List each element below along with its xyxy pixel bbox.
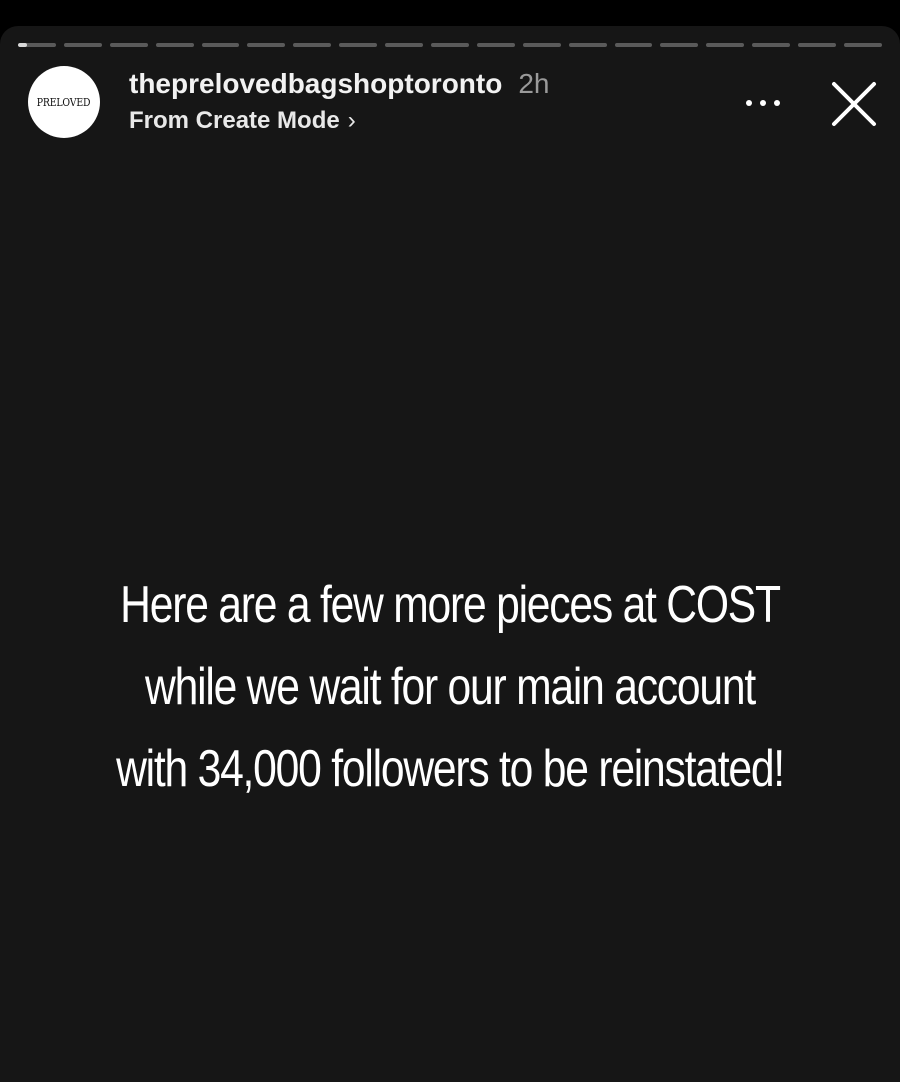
story-viewer[interactable]: PRELOVED theprelovedbagshoptoronto 2h Fro… (0, 26, 900, 1082)
create-mode-link[interactable]: From Create Mode › (129, 107, 356, 135)
story-header: PRELOVED theprelovedbagshoptoronto 2h Fro… (28, 66, 900, 146)
avatar[interactable]: PRELOVED (28, 66, 100, 138)
progress-segment (339, 43, 378, 47)
chevron-right-icon: › (347, 107, 356, 134)
close-icon (832, 82, 876, 126)
username[interactable]: theprelovedbagshoptoronto (129, 68, 502, 99)
avatar-logo: PRELOVED (37, 95, 91, 109)
progress-segment (798, 43, 837, 47)
progress-segment (18, 43, 56, 47)
progress-segment (568, 43, 607, 47)
progress-segment (752, 43, 791, 47)
more-options-button[interactable] (740, 86, 786, 120)
more-horizontal-icon (746, 100, 752, 106)
progress-segment (109, 43, 148, 47)
progress-segment (706, 43, 745, 47)
create-mode-label: From Create Mode (129, 107, 340, 134)
progress-segment (247, 43, 286, 47)
progress-segment-fill (18, 43, 28, 47)
story-progress-bar (18, 43, 882, 47)
story-text: Here are a few more pieces at COST while… (116, 576, 785, 798)
time-ago: 2h (518, 68, 550, 99)
more-horizontal-icon (760, 100, 766, 106)
close-button[interactable] (828, 78, 880, 130)
more-horizontal-icon (774, 100, 780, 106)
username-line: theprelovedbagshoptoronto 2h (129, 68, 549, 100)
progress-segment (431, 43, 469, 47)
progress-segment (844, 43, 882, 47)
progress-segment (63, 43, 102, 47)
progress-segment (293, 43, 332, 47)
progress-segment (660, 43, 699, 47)
progress-segment (522, 43, 561, 47)
progress-segment (155, 43, 194, 47)
progress-segment (614, 43, 653, 47)
progress-segment (201, 43, 240, 47)
progress-segment (385, 43, 424, 47)
progress-segment (476, 43, 515, 47)
